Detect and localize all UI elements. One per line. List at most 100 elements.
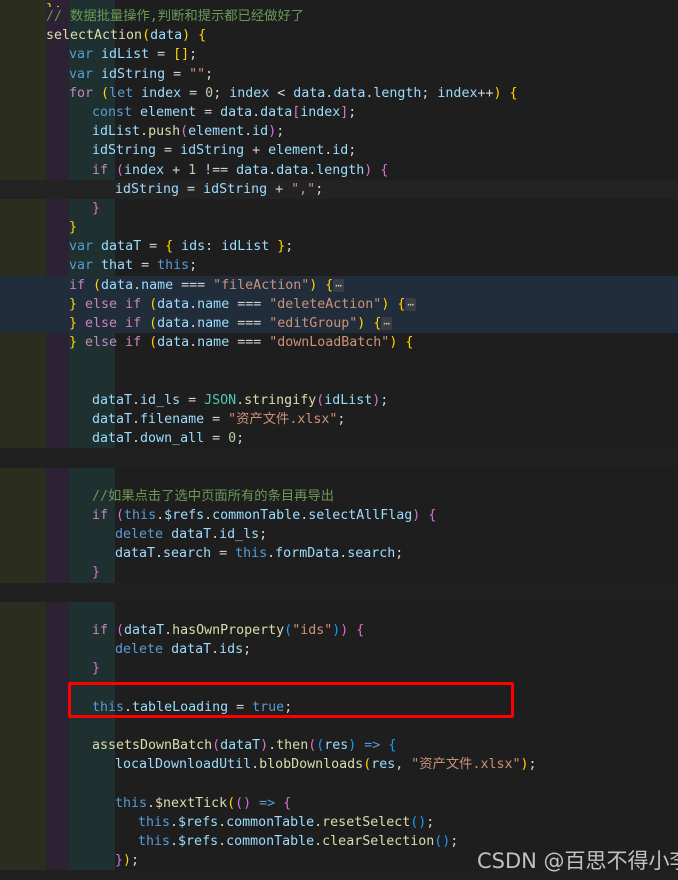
code-token: else [85,335,118,351]
code-line-text: var idString = ""; [69,65,213,84]
code-token: . [124,699,133,715]
code-line[interactable] [0,775,678,794]
code-token: name [197,316,230,331]
code-line[interactable]: this.$nextTick(() => { [0,794,678,813]
code-line[interactable]: }; [0,0,678,7]
code-line[interactable]: idList.push(element.id); [0,122,678,141]
code-line[interactable] [0,717,678,736]
code-token: that [101,258,134,274]
code-token: . [189,316,198,331]
code-line-text: } [69,218,77,237]
code-token: ( [284,623,293,638]
code-line[interactable]: dataT.search = this.formData.search; [0,544,678,563]
code-token: ; [284,699,293,715]
code-token: . [156,507,165,523]
code-line[interactable]: assetsDownBatch(dataT).then((res) => { [0,736,678,755]
code-token: < [269,85,294,101]
code-line[interactable]: dataT.id_ls = JSON.stringify(idList); [0,391,678,410]
code-line[interactable] [0,582,678,602]
code-line[interactable]: this.tableLoading = true; [0,698,678,717]
code-token: length [373,85,422,101]
code-line[interactable] [0,602,678,621]
code-line-background [0,372,678,391]
code-token: index [124,162,165,178]
code-token: . [147,795,156,811]
code-token: ( [93,277,102,293]
code-token: ( [116,162,125,178]
code-area[interactable]: };// 数据批量操作,判断和提示都已经做好了selectAction(data… [0,0,678,880]
code-line[interactable]: var dataT = { ids: idList }; [0,237,678,256]
code-line-text: } else if (data.name === "deleteAction")… [69,295,416,314]
code-line[interactable]: } else if (data.name === "editGroup") {⋯ [0,314,678,334]
code-line[interactable]: var idString = ""; [0,65,678,84]
code-token: ⋯ [405,297,416,311]
code-token: "downLoadBatch" [269,335,390,351]
code-line[interactable]: idString = idString + ","; [0,179,678,199]
code-token: } [69,316,78,331]
code-line[interactable] [0,372,678,391]
code-token: resetSelect [322,814,411,830]
code-line-background [0,659,678,678]
code-token: tableLoading [132,699,229,715]
code-line[interactable]: } else if (data.name === "downLoadBatch"… [0,333,678,352]
code-token: . [189,335,198,351]
code-line[interactable] [0,448,678,468]
code-line[interactable]: } [0,659,678,678]
code-line[interactable]: this.$refs.commonTable.resetSelect(); [0,813,678,832]
code-token: dataT [92,431,133,447]
code-token: this [235,546,268,562]
code-line-text: if (this.$refs.commonTable.selectAllFlag… [92,506,436,525]
code-line-text: dataT.filename = "资产文件.xlsx"; [92,410,345,429]
code-token: selectAction [46,28,143,44]
code-line[interactable]: if (dataT.hasOwnProperty("ids")) { [0,621,678,640]
code-token: dataT [115,546,156,562]
code-line-text: if (data.name === "fileAction") {⋯ [69,276,344,295]
code-line[interactable]: localDownloadUtil.blobDownloads(res, "资产… [0,755,678,774]
code-line[interactable]: //如果点击了选中页面所有的条目再导出 [0,487,678,506]
code-line[interactable]: for (let index = 0; index < data.data.le… [0,84,678,103]
code-line[interactable]: dataT.filename = "资产文件.xlsx"; [0,410,678,429]
code-token: = [181,85,206,101]
code-line-text: idString = idString + element.id; [92,141,356,160]
code-line[interactable]: delete dataT.id_ls; [0,525,678,544]
code-token: } [92,200,101,216]
code-line[interactable]: } [0,218,678,237]
code-line-background [0,640,678,659]
code-line[interactable]: if (this.$refs.commonTable.selectAllFlag… [0,506,678,525]
code-token: ( [149,296,158,312]
code-token: . [211,527,220,543]
code-line[interactable] [0,352,678,371]
code-line[interactable]: delete dataT.ids; [0,640,678,659]
code-token: ; [337,411,346,427]
code-token: var [69,258,94,274]
code-line[interactable]: } else if (data.name === "deleteAction")… [0,294,678,314]
code-token: this [138,814,171,830]
code-line[interactable]: } [0,199,678,218]
code-token: . [236,392,245,408]
code-line[interactable] [0,468,678,487]
code-token: this [138,834,171,850]
code-token: !== [196,162,237,178]
code-token: let [109,85,134,101]
code-token: . [170,814,179,830]
code-line[interactable]: if (index + 1 !== data.data.length) { [0,161,678,180]
code-line[interactable]: const element = data.data[index]; [0,103,678,122]
code-line[interactable] [0,679,678,698]
code-line-text: selectAction(data) { [46,26,206,45]
code-token: = [211,546,236,562]
code-line[interactable]: // 数据批量操作,判断和提示都已经做好了 [0,7,678,26]
code-token: selectAllFlag [308,507,413,523]
code-token: data [293,85,326,101]
code-line[interactable]: } [0,563,678,582]
code-line[interactable]: selectAction(data) { [0,26,678,45]
code-line[interactable]: var that = this; [0,256,678,275]
code-line[interactable]: dataT.down_all = 0; [0,429,678,448]
code-line[interactable]: idString = idString + element.id; [0,141,678,160]
code-token: === [229,335,270,351]
code-line[interactable]: if (data.name === "fileAction") {⋯ [0,275,678,295]
code-line[interactable]: var idList = []; [0,45,678,64]
